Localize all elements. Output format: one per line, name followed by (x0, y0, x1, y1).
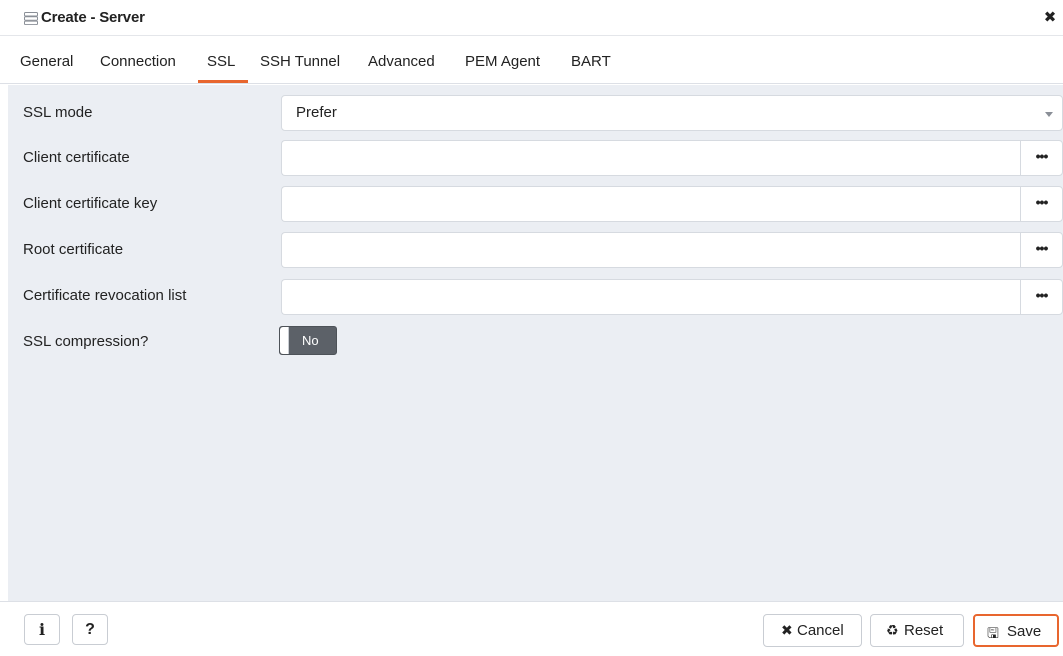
root-certificate-browse-button[interactable]: ••• (1020, 232, 1063, 268)
recycle-icon: ♻ (886, 622, 899, 638)
tab-connection[interactable]: Connection (100, 53, 176, 70)
reset-button[interactable]: ♻ Reset (870, 614, 964, 647)
cancel-button-label: Cancel (797, 622, 844, 639)
chevron-down-icon (1045, 112, 1053, 117)
tab-bart[interactable]: BART (571, 53, 611, 70)
help-icon: ? (85, 621, 95, 638)
cancel-button[interactable]: ✖ Cancel (763, 614, 862, 647)
dialog-title-bar: Create - Server ✖ (0, 0, 1063, 36)
help-button[interactable]: ? (72, 614, 108, 645)
tab-ssh-tunnel[interactable]: SSH Tunnel (260, 53, 340, 70)
dialog-footer: i ? ✖ Cancel ♻ Reset 🖫 Save (0, 601, 1063, 656)
save-button[interactable]: 🖫 Save (973, 614, 1059, 647)
ssl-mode-value: Prefer (296, 104, 337, 121)
certificate-revocation-list-browse-button[interactable]: ••• (1020, 279, 1063, 315)
save-icon: 🖫 (987, 625, 999, 641)
tab-general[interactable]: General (20, 53, 73, 70)
toggle-knob (280, 327, 289, 354)
ssl-mode-label: SSL mode (23, 104, 93, 121)
tab-bar: General Connection SSL SSH Tunnel Advanc… (0, 38, 1063, 84)
client-certificate-label: Client certificate (23, 149, 130, 166)
ssl-mode-select[interactable]: Prefer (281, 95, 1063, 131)
root-certificate-input[interactable] (281, 232, 1020, 268)
tab-advanced[interactable]: Advanced (368, 53, 435, 70)
client-certificate-key-input[interactable] (281, 186, 1020, 222)
client-certificate-key-label: Client certificate key (23, 195, 158, 212)
dialog-title: Create - Server (41, 9, 145, 26)
client-certificate-input[interactable] (281, 140, 1020, 176)
certificate-revocation-list-label: Certificate revocation list (23, 287, 187, 304)
close-icon[interactable]: ✖ (1041, 8, 1059, 28)
ssl-compression-toggle[interactable]: No (279, 326, 337, 355)
tab-ssl[interactable]: SSL (207, 53, 235, 70)
tab-pem-agent[interactable]: PEM Agent (465, 53, 540, 70)
root-certificate-label: Root certificate (23, 241, 124, 258)
certificate-revocation-list-input[interactable] (281, 279, 1020, 315)
ssl-compression-label: SSL compression? (23, 333, 149, 350)
save-button-label: Save (1007, 623, 1042, 640)
client-certificate-key-browse-button[interactable]: ••• (1020, 186, 1063, 222)
active-tab-indicator (198, 80, 248, 83)
info-button[interactable]: i (24, 614, 60, 645)
server-icon (24, 12, 38, 25)
reset-button-label: Reset (904, 622, 944, 639)
client-certificate-browse-button[interactable]: ••• (1020, 140, 1063, 176)
close-icon: ✖ (781, 622, 793, 638)
ssl-compression-value: No (302, 333, 319, 348)
info-icon: i (38, 620, 46, 639)
